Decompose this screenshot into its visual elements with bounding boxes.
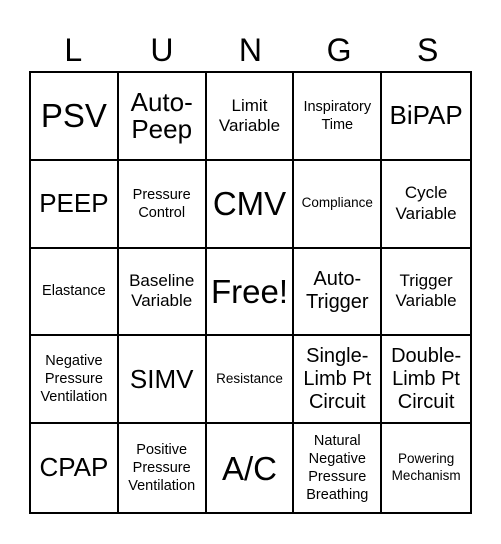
header-letter-s: S <box>417 32 439 68</box>
header-letter-n: N <box>238 32 263 68</box>
bingo-cell[interactable]: Elastance <box>31 248 119 337</box>
bingo-cell-label: Cycle Variable <box>395 183 457 223</box>
bingo-cell-label: Baseline Variable <box>129 271 195 311</box>
bingo-cell[interactable]: Resistance <box>206 336 295 425</box>
header-letter-g: G <box>326 32 352 68</box>
bingo-cell-label: PSV <box>40 97 107 135</box>
bingo-cell[interactable]: PSV <box>31 73 119 161</box>
bingo-cell[interactable]: Compliance <box>294 160 383 249</box>
bingo-cell[interactable]: Limit Variable <box>206 73 295 161</box>
bingo-cell[interactable]: Pressure Control <box>118 160 207 249</box>
header-letter-u: U <box>150 32 174 68</box>
bingo-cell-label: CMV <box>212 185 287 223</box>
bingo-cell[interactable]: Natural Negative Pressure Breathing <box>294 424 383 512</box>
bingo-cell[interactable]: SIMV <box>118 336 207 425</box>
bingo-cell-label: Auto- Peep <box>130 86 193 144</box>
bingo-cell-label: Positive Pressure Ventilation <box>128 441 196 495</box>
bingo-cell[interactable]: Negative Pressure Ventilation <box>31 336 119 425</box>
bingo-cell-label: Resistance <box>216 370 283 386</box>
bingo-cell[interactable]: Inspiratory Time <box>294 73 383 161</box>
bingo-cell[interactable]: Cycle Variable <box>382 161 470 249</box>
bingo-cell-label: Compliance <box>301 195 373 211</box>
bingo-cell[interactable]: Auto- Peep <box>118 73 207 161</box>
header-letter-l: L <box>64 32 83 68</box>
bingo-cell[interactable]: CMV <box>206 160 295 249</box>
bingo-cell-label: Pressure Control <box>132 186 191 221</box>
bingo-cell-label: Limit Variable <box>218 95 281 135</box>
bingo-cell[interactable]: Auto- Trigger <box>294 248 383 337</box>
bingo-cell-label: Double- Limb Pt Circuit <box>391 344 462 413</box>
bingo-header: L U N G S <box>29 30 472 70</box>
bingo-cell-label: CPAP <box>39 452 109 483</box>
bingo-cell[interactable]: PEEP <box>31 160 119 249</box>
bingo-cell-label: Negative Pressure Ventilation <box>40 353 108 406</box>
bingo-cell-label: Natural Negative Pressure Breathing <box>306 432 369 504</box>
bingo-board: PSV Auto- Peep Limit Variable Inspiratory T… <box>29 71 472 514</box>
bingo-cell[interactable]: Trigger Variable <box>382 249 470 337</box>
bingo-cell[interactable]: Free! <box>206 248 295 337</box>
bingo-cell-label: BiPAP <box>389 100 463 131</box>
bingo-cell[interactable]: Single- Limb Pt Circuit <box>294 336 383 425</box>
bingo-cell-label: PEEP <box>39 188 109 219</box>
bingo-cell[interactable]: Positive Pressure Ventilation <box>119 424 207 512</box>
bingo-cell[interactable]: CPAP <box>31 424 119 512</box>
bingo-cell[interactable]: A/C <box>207 424 295 512</box>
bingo-cell-label: Inspiratory Time <box>303 98 372 133</box>
bingo-cell[interactable]: Baseline Variable <box>118 248 207 337</box>
bingo-cell-label: Single- Limb Pt Circuit <box>303 344 372 413</box>
bingo-cell[interactable]: Powering Mechanism <box>382 424 470 512</box>
bingo-cell-label: SIMV <box>129 363 194 394</box>
bingo-cell-label: Trigger Variable <box>395 271 457 311</box>
bingo-cell-label: Elastance <box>42 283 106 300</box>
bingo-cell[interactable]: Double- Limb Pt Circuit <box>382 336 470 425</box>
bingo-cell[interactable]: BiPAP <box>382 73 470 161</box>
bingo-cell-label: Auto- Trigger <box>305 268 369 314</box>
bingo-cell-label: A/C <box>221 449 277 487</box>
bingo-cell-label: Powering Mechanism <box>391 451 461 484</box>
bingo-cell-label: Free! <box>210 272 288 310</box>
